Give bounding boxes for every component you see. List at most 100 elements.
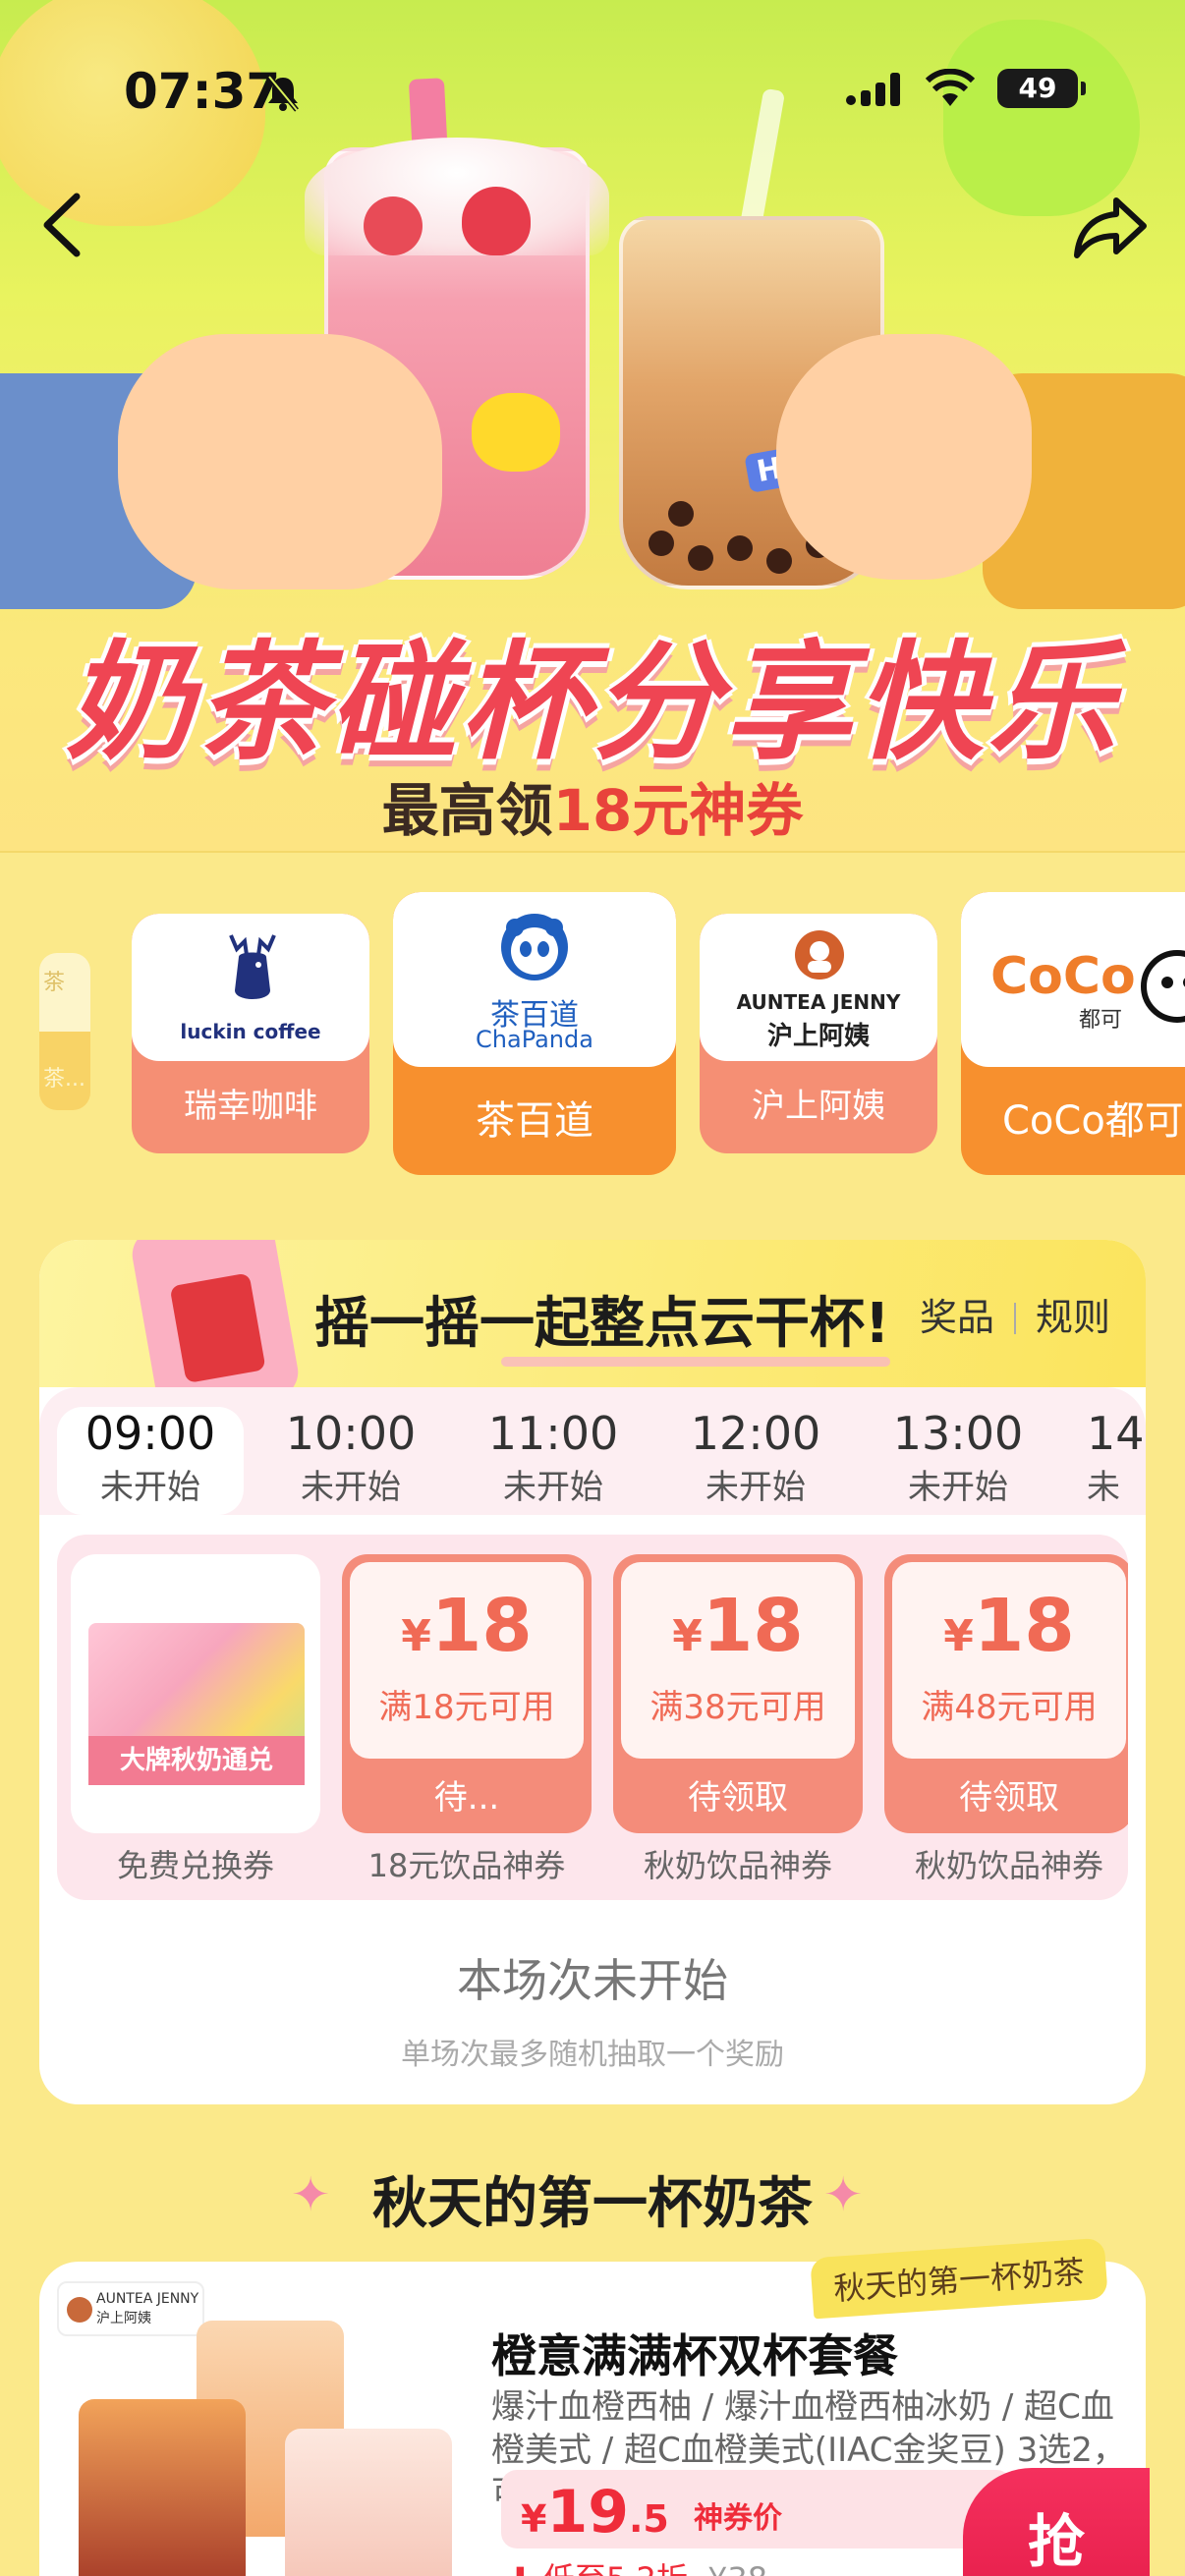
status-time: 07:37: [124, 63, 281, 120]
price-integer: 19: [546, 2478, 629, 2547]
time-slot-tab[interactable]: 14 未: [1067, 1407, 1146, 1515]
time-slot-tabs: 09:00 未开始 10:00 未开始 11:00 未开始 12:00 未开始 …: [39, 1387, 1146, 1515]
time-slot-tab[interactable]: 11:00 未开始: [460, 1407, 647, 1515]
cream-top: [305, 138, 609, 255]
product-tag: 秋天的第一杯奶茶: [810, 2237, 1108, 2320]
brand-carousel: 茶 茶... luckin coffee 瑞幸咖啡 茶百道 ChaPanda 茶…: [0, 884, 1185, 1199]
coupon-amount: ¥18: [350, 1584, 584, 1668]
down-arrow-icon: ⬇: [507, 2560, 534, 2576]
brand-logo-subtext: 沪上阿姨: [766, 1022, 870, 1051]
flower-sticker: [472, 393, 560, 472]
session-hint: 单场次最多随机抽取一个奖励: [401, 2038, 784, 2072]
coupon-card[interactable]: ¥18 满48元可用 待领取: [884, 1554, 1128, 1833]
free-voucher-card[interactable]: 大牌秋奶通兑: [71, 1554, 320, 1833]
prize-caption: 秋奶饮品神券: [643, 1847, 832, 1884]
brand-logo-area: CoCo 都可: [961, 892, 1185, 1067]
coupon-status: 待...: [433, 1778, 500, 1818]
strawberry: [462, 187, 531, 255]
share-icon[interactable]: [1071, 193, 1150, 261]
left-hand-illustration: [118, 334, 442, 589]
section-title: 秋天的第一杯奶茶: [372, 2172, 813, 2236]
product-cup-image: [79, 2399, 246, 2576]
coupon-value: 18: [702, 1584, 804, 1668]
link-divider: [1013, 1303, 1016, 1334]
boba-pearl: [688, 545, 713, 571]
milk-tea-voucher-image: 大牌秋奶通兑: [88, 1623, 305, 1785]
hero-subtitle-prefix: 最高领: [381, 777, 553, 844]
wifi-icon: [925, 68, 976, 112]
back-button[interactable]: [35, 189, 94, 261]
coco-face-icon: [1141, 950, 1185, 1023]
product-card[interactable]: 秋天的第一杯奶茶 AUNTEA JENNY 沪上阿姨 橙意满满杯双杯套餐 爆汁血…: [39, 2237, 1150, 2576]
slot-time: 10:00: [285, 1407, 417, 1460]
rules-link[interactable]: 规则: [1036, 1296, 1110, 1339]
boba-pearl: [766, 548, 792, 574]
grab-button[interactable]: 抢: [963, 2468, 1150, 2576]
hero-title: 奶茶碰杯分享快乐: [65, 627, 1119, 777]
brand-logo-area: 茶百道 ChaPanda: [393, 892, 676, 1067]
time-slot-tab[interactable]: 10:00 未开始: [257, 1407, 444, 1515]
slot-time: 12:00: [690, 1407, 821, 1460]
slot-time: 11:00: [487, 1407, 619, 1460]
battery-indicator: 49: [997, 69, 1086, 108]
auntea-logo-icon: [795, 930, 844, 980]
brand-logo-subtext: ChaPanda: [476, 1026, 593, 1053]
prize-caption: 免费兑换券: [116, 1847, 274, 1884]
price-yen: ¥: [521, 2497, 547, 2541]
coupon-yen: ¥: [401, 1611, 431, 1661]
strawberry: [364, 196, 423, 255]
prize-caption: 秋奶饮品神券: [914, 1847, 1103, 1884]
brand-label: 沪上阿姨: [752, 1087, 885, 1126]
coupon-card[interactable]: ¥18 满18元可用 待...: [342, 1554, 592, 1833]
coupon-condition: 满48元可用: [921, 1688, 1098, 1727]
right-hand-illustration: [776, 334, 1032, 580]
coupon-yen: ¥: [672, 1611, 703, 1661]
status-bar: 07:37 49: [0, 59, 1185, 128]
hero-subtitle: 最高领18元神券: [0, 764, 1185, 847]
shake-links: 奖品 规则: [920, 1287, 1110, 1341]
coupon-card[interactable]: ¥18 满38元可用 待领取: [613, 1554, 863, 1833]
coupon-amount: ¥18: [621, 1584, 855, 1668]
coupon-condition: 满38元可用: [649, 1688, 826, 1727]
time-slot-tab[interactable]: 12:00 未开始: [662, 1407, 849, 1515]
panda-logo-icon: [501, 914, 568, 980]
coupon-status: 待领取: [959, 1778, 1059, 1818]
coupon-body: ¥18 满38元可用: [621, 1562, 855, 1759]
silent-bell-icon: [263, 73, 303, 116]
product-cup-image: [285, 2429, 452, 2576]
time-slot-tab[interactable]: 13:00 未开始: [865, 1407, 1051, 1515]
brand-label: 瑞幸咖啡: [184, 1087, 317, 1126]
shake-title: 摇一摇一起整点云干杯!: [314, 1279, 890, 1367]
brand-peek-label: 茶...: [43, 1067, 85, 1092]
slot-status: 未: [1087, 1468, 1120, 1507]
brand-logo-text: AUNTEA JENNY: [736, 990, 901, 1014]
prizes-link[interactable]: 奖品: [920, 1296, 994, 1339]
boba-pearl: [668, 501, 694, 527]
brand-badge-line2: 沪上阿姨: [96, 2311, 151, 2326]
coupon-condition: 满18元可用: [378, 1688, 555, 1727]
brand-card-chapanda[interactable]: 茶百道 ChaPanda 茶百道: [393, 892, 676, 1175]
price-label: 神券价: [694, 2501, 782, 2536]
brand-logo-area: AUNTEA JENNY 沪上阿姨: [700, 914, 937, 1061]
brand-card-auntea-jenny[interactable]: AUNTEA JENNY 沪上阿姨 沪上阿姨: [700, 914, 937, 1153]
slot-time: 09:00: [85, 1407, 216, 1460]
prize-list: 大牌秋奶通兑 免费兑换券 ¥18 满18元可用 待... 18元饮品神券 ¥18…: [57, 1535, 1128, 1900]
brand-card-coco[interactable]: CoCo 都可 CoCo都可: [961, 892, 1185, 1175]
slot-status: 未开始: [705, 1468, 806, 1507]
prize-caption: 18元饮品神券: [367, 1847, 566, 1884]
slot-status: 未开始: [503, 1468, 603, 1507]
brand-label: 茶百道: [476, 1098, 593, 1144]
brand-logo-text: luckin coffee: [180, 1020, 321, 1043]
original-price: ¥38: [707, 2560, 767, 2576]
brand-card-peek[interactable]: 茶 茶...: [39, 953, 90, 1110]
coupon-value: 18: [973, 1584, 1075, 1668]
coupon-value: 18: [430, 1584, 533, 1668]
sparkle-icon: ✦: [823, 2167, 864, 2222]
time-slot-tab[interactable]: 09:00 未开始: [57, 1407, 244, 1515]
brand-logo-text: CoCo: [990, 947, 1136, 1006]
brand-badge-text: AUNTEA JENNY 沪上阿姨: [96, 2289, 198, 2328]
brand-badge-line1: AUNTEA JENNY: [96, 2291, 199, 2307]
deer-logo-icon: [229, 934, 276, 999]
brand-card-luckin[interactable]: luckin coffee 瑞幸咖啡: [132, 914, 369, 1153]
slot-status: 未开始: [301, 1468, 401, 1507]
